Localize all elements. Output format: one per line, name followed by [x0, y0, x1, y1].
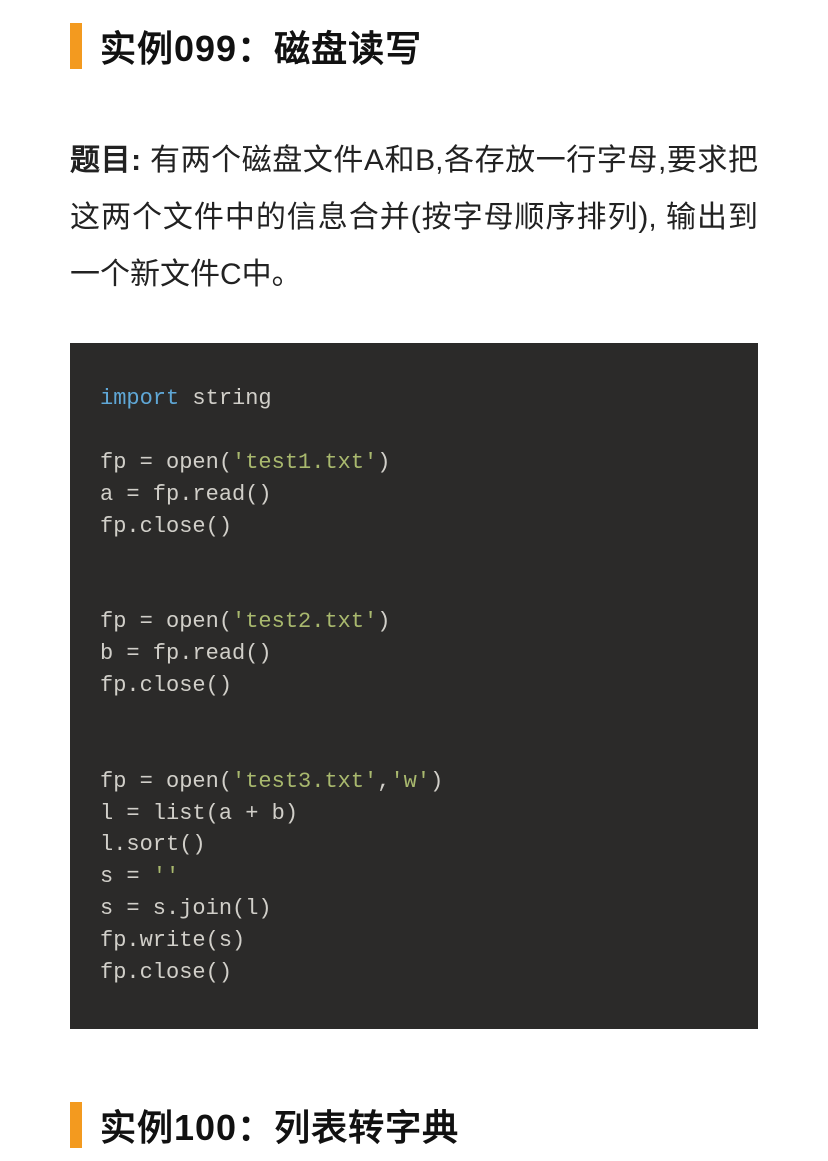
- code-text: a = fp.read(): [100, 482, 272, 507]
- code-string: '': [153, 864, 179, 889]
- code-text: fp.write(s): [100, 928, 245, 953]
- code-text: ): [430, 769, 443, 794]
- code-text: ,: [377, 769, 390, 794]
- code-text: fp.close(): [100, 673, 232, 698]
- code-string: 'test2.txt': [232, 609, 377, 634]
- code-text: fp = open(: [100, 609, 232, 634]
- code-text: ): [377, 450, 390, 475]
- code-text: s =: [100, 864, 153, 889]
- page: 实例099：磁盘读写 题目: 有两个磁盘文件A和B,各存放一行字母,要求把这两个…: [0, 0, 828, 1161]
- code-string: 'w': [390, 769, 430, 794]
- accent-bar-icon: [70, 23, 82, 69]
- code-text: b = fp.read(): [100, 641, 272, 666]
- code-text: fp = open(: [100, 769, 232, 794]
- code-text: l.sort(): [100, 832, 206, 857]
- code-text: fp = open(: [100, 450, 232, 475]
- heading-text-100: 实例100：列表转字典: [100, 1099, 459, 1151]
- code-text: ): [377, 609, 390, 634]
- accent-bar-icon: [70, 1102, 82, 1148]
- section-heading-099: 实例099：磁盘读写: [0, 20, 828, 72]
- code-text: s = s.join(l): [100, 896, 272, 921]
- code-text: fp.close(): [100, 514, 232, 539]
- code-keyword-import: import: [100, 386, 179, 411]
- code-text: l = list(a + b): [100, 801, 298, 826]
- section-heading-100: 实例100：列表转字典: [0, 1099, 828, 1151]
- code-text: fp.close(): [100, 960, 232, 985]
- code-string: 'test1.txt': [232, 450, 377, 475]
- code-string: 'test3.txt': [232, 769, 377, 794]
- code-block: import string fp = open('test1.txt') a =…: [70, 343, 758, 1029]
- problem-statement: 题目: 有两个磁盘文件A和B,各存放一行字母,要求把这两个文件中的信息合并(按字…: [0, 132, 828, 303]
- problem-text: 有两个磁盘文件A和B,各存放一行字母,要求把这两个文件中的信息合并(按字母顺序排…: [70, 144, 758, 291]
- heading-text-099: 实例099：磁盘读写: [100, 20, 422, 72]
- problem-label: 题目:: [70, 144, 141, 177]
- code-text: string: [179, 386, 271, 411]
